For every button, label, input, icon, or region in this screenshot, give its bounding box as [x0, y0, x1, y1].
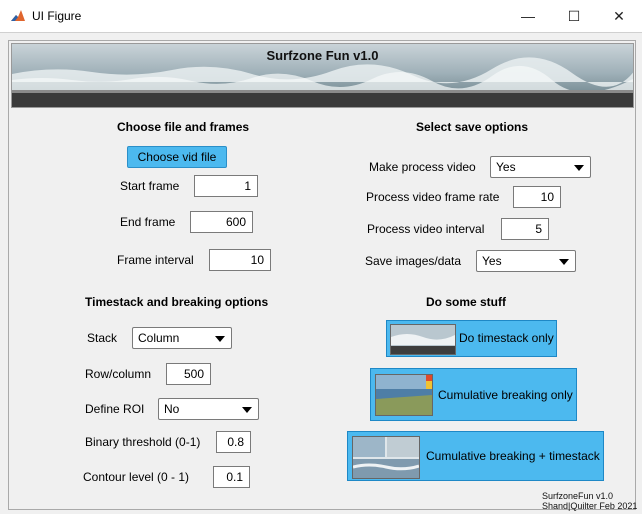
file-section-heading: Choose file and frames [117, 120, 250, 134]
row-column-field[interactable]: 500 [166, 363, 211, 385]
process-video-frame-rate-field[interactable]: 10 [513, 186, 561, 208]
window-title: UI Figure [32, 9, 82, 23]
chevron-down-icon [559, 259, 569, 265]
wave-image-icon [391, 325, 455, 354]
start-frame-field[interactable]: 1 [194, 175, 258, 197]
chevron-down-icon [574, 165, 584, 171]
cumulative-breaking-timestack-button[interactable]: Cumulative breaking + timestack [347, 431, 604, 481]
footer-version: SurfzoneFun v1.0 [542, 491, 614, 501]
timestack-thumbnail [390, 324, 456, 355]
stack-value: Column [138, 331, 180, 345]
stack-label: Stack [87, 331, 118, 345]
process-video-frame-rate-label: Process video frame rate [366, 190, 500, 204]
matlab-logo-icon [11, 10, 25, 21]
end-frame-label: End frame [120, 215, 176, 229]
start-frame-label: Start frame [120, 179, 180, 193]
combined-image-icon [353, 437, 419, 478]
cumulative-thumbnail [375, 374, 433, 416]
banner: Surfzone Fun v1.0 [11, 43, 634, 108]
actions-section-heading: Do some stuff [426, 295, 507, 309]
close-icon[interactable]: ✕ [596, 0, 642, 32]
do-timestack-only-label: Do timestack only [459, 331, 554, 345]
make-process-video-dropdown[interactable]: Yes [490, 156, 591, 178]
binary-threshold-field[interactable]: 0.8 [216, 431, 251, 453]
make-process-video-value: Yes [496, 160, 516, 174]
save-images-data-dropdown[interactable]: Yes [476, 250, 576, 272]
row-column-label: Row/column [85, 367, 152, 381]
combined-thumbnail [352, 436, 420, 479]
app-title: Surfzone Fun v1.0 [266, 48, 379, 63]
beach-image-icon [376, 375, 432, 415]
cumulative-breaking-only-label: Cumulative breaking only [438, 388, 573, 402]
save-images-data-label: Save images/data [365, 254, 462, 268]
stack-dropdown[interactable]: Column [132, 327, 232, 349]
contour-level-label: Contour level (0 - 1) [83, 470, 190, 484]
save-images-data-value: Yes [482, 254, 502, 268]
cumulative-breaking-only-button[interactable]: Cumulative breaking only [370, 368, 577, 421]
footer-credits: Shand|Quilter Feb 2021 [542, 501, 638, 511]
make-process-video-label: Make process video [369, 160, 476, 174]
define-roi-label: Define ROI [85, 402, 145, 416]
contour-level-field[interactable]: 0.1 [213, 466, 250, 488]
minimize-icon[interactable]: — [505, 0, 551, 32]
do-timestack-only-button[interactable]: Do timestack only [386, 320, 557, 357]
maximize-icon[interactable]: ☐ [551, 0, 597, 32]
frame-interval-label: Frame interval [117, 253, 194, 267]
binary-threshold-label: Binary threshold (0-1) [85, 435, 201, 449]
chevron-down-icon [242, 407, 252, 413]
cumulative-breaking-timestack-label: Cumulative breaking + timestack [426, 449, 600, 463]
chevron-down-icon [215, 336, 225, 342]
timestack-section-heading: Timestack and breaking options [85, 295, 269, 309]
define-roi-value: No [164, 402, 180, 416]
save-section-heading: Select save options [416, 120, 529, 134]
process-video-interval-label: Process video interval [367, 222, 485, 236]
choose-vid-file-button[interactable]: Choose vid file [127, 146, 227, 168]
title-bar: UI Figure — ☐ ✕ [0, 0, 642, 33]
frame-interval-field[interactable]: 10 [209, 249, 271, 271]
end-frame-field[interactable]: 600 [190, 211, 253, 233]
define-roi-dropdown[interactable]: No [158, 398, 259, 420]
process-video-interval-field[interactable]: 5 [501, 218, 549, 240]
